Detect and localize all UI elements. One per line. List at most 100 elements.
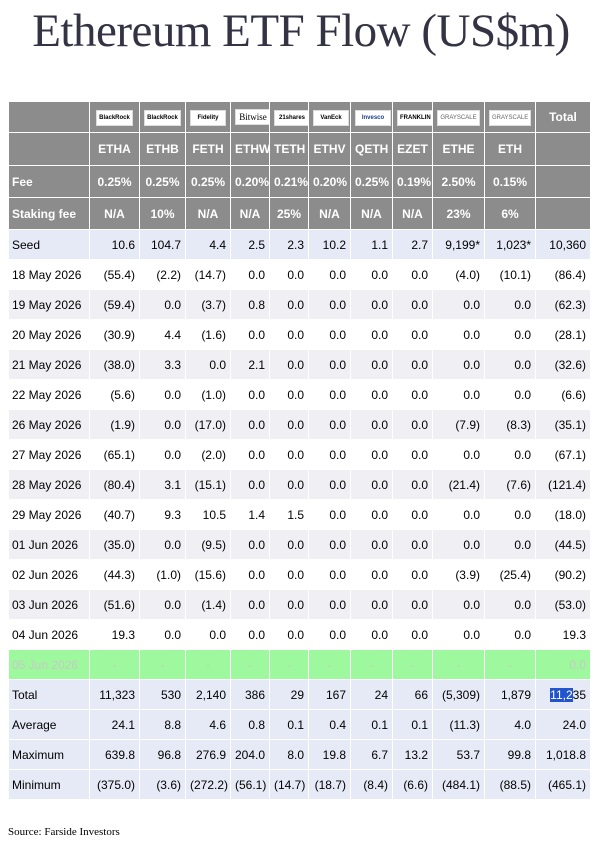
cell-value: 19.8 — [308, 739, 351, 770]
cell-value: (65.1) — [89, 439, 140, 470]
fee-row-value: 0.25% — [139, 165, 186, 198]
cell-value: (40.7) — [89, 499, 140, 530]
cell-value: 0.0 — [432, 379, 485, 410]
row-label: 28 May 2026 — [8, 469, 90, 500]
unselected-text: 35 — [572, 687, 586, 702]
cell-value: 0.0 — [139, 379, 186, 410]
staking-row-label: Staking fee — [8, 197, 90, 230]
cell-value: (53.0) — [535, 589, 591, 620]
cell-value: (44.3) — [89, 559, 140, 590]
flow-row: 04 Jun 2026 19.3 0.0 0.0 0.0 0.0 0.0 0.0 0.0 0.0 0… — [8, 619, 591, 650]
cell-value: 0.0 — [230, 439, 270, 470]
flow-row: 02 Jun 2026 (44.3) (1.0) (15.6) 0.0 0.0 0.0 0.0… — [8, 559, 591, 590]
cell-value: 4.0 — [484, 709, 536, 740]
cell-value: 0.0 — [432, 439, 485, 470]
fee-row-total-spacer — [535, 165, 591, 198]
cell-value: 9,199* — [432, 229, 485, 260]
cell-value: - — [308, 649, 351, 680]
cell-value: - — [484, 649, 536, 680]
cell-value: 0.0 — [308, 589, 351, 620]
cell-value: 0.0 — [484, 289, 536, 320]
cell-value: 0.0 — [269, 259, 309, 290]
cell-value: 0.0 — [269, 349, 309, 380]
cell-value: - — [139, 649, 186, 680]
cell-value: 8.8 — [139, 709, 186, 740]
cell-value: 10.2 — [308, 229, 351, 260]
cell-value: 0.0 — [392, 379, 433, 410]
cell-value: 0.0 — [230, 589, 270, 620]
cell-value: 276.9 — [185, 739, 231, 770]
cell-value: 0.0 — [392, 349, 433, 380]
cell-value: 0.0 — [432, 319, 485, 350]
cell-value: 0.0 — [185, 619, 231, 650]
cell-value: (5.6) — [89, 379, 140, 410]
cell-value: (7.9) — [432, 409, 485, 440]
row-label: 03 Jun 2026 — [8, 589, 90, 620]
flow-row: 27 May 2026 (65.1) 0.0 (2.0) 0.0 0.0 0.0 0.0 0.0… — [8, 439, 591, 470]
staking-row-value: N/A — [185, 197, 231, 230]
cell-value: (9.5) — [185, 529, 231, 560]
cell-value: 0.0 — [230, 259, 270, 290]
issuer-logo-cell: GRAYSCALE — [432, 101, 485, 133]
cell-value: (11.3) — [432, 709, 485, 740]
cell-value: 0.0 — [392, 259, 433, 290]
staking-row: Staking fee N/A 10% N/A N/A 25% N/A N/A N/A 23% 6% — [8, 197, 591, 230]
issuer-logo-cell: FRANKLIN TEMPLETON — [392, 101, 433, 133]
cell-value: (80.4) — [89, 469, 140, 500]
cell-value: 0.0 — [484, 349, 536, 380]
cell-value: 0.0 — [139, 529, 186, 560]
table-body: BlackRock BlackRock Fidelity Bitwise 21share… — [8, 101, 591, 800]
cell-value: 2.1 — [230, 349, 270, 380]
cell-value: 0.0 — [392, 439, 433, 470]
row-label: 01 Jun 2026 — [8, 529, 90, 560]
cell-value: 0.0 — [269, 379, 309, 410]
cell-value: 0.0 — [350, 619, 393, 650]
cell-value: 0.0 — [269, 529, 309, 560]
cell-value: (8.3) — [484, 409, 536, 440]
cell-value: (44.5) — [535, 529, 591, 560]
cell-value: (4.0) — [432, 259, 485, 290]
cell-value: 0.0 — [230, 469, 270, 500]
row-label: 22 May 2026 — [8, 379, 90, 410]
cell-value: 0.0 — [484, 619, 536, 650]
cell-value: 0.0 — [350, 499, 393, 530]
cell-value: (35.1) — [535, 409, 591, 440]
cell-value[interactable]: 11,235 — [535, 679, 591, 710]
cell-value: 0.0 — [308, 469, 351, 500]
cell-value: - — [230, 649, 270, 680]
cell-value: - — [392, 649, 433, 680]
cell-value: 0.1 — [269, 709, 309, 740]
cell-value: (18.0) — [535, 499, 591, 530]
flow-row: 22 May 2026 (5.6) 0.0 (1.0) 0.0 0.0 0.0 0.0 0.0 0… — [8, 379, 591, 410]
cell-value: 0.0 — [484, 319, 536, 350]
fee-row-label: Fee — [8, 165, 90, 198]
cell-value: 2,140 — [185, 679, 231, 710]
cell-value: 0.0 — [139, 589, 186, 620]
cell-value: 1,023* — [484, 229, 536, 260]
fee-row-value: 0.25% — [185, 165, 231, 198]
fee-row-value: 0.20% — [230, 165, 270, 198]
selected-text[interactable]: 11,2 — [550, 687, 573, 702]
cell-value: 0.0 — [392, 619, 433, 650]
cell-value: 4.6 — [185, 709, 231, 740]
cell-value: (67.1) — [535, 439, 591, 470]
cell-value: 0.0 — [230, 529, 270, 560]
flow-row: 20 May 2026 (30.9) 4.4 (1.6) 0.0 0.0 0.0 0.0 0.0… — [8, 319, 591, 350]
cell-value: 0.0 — [185, 349, 231, 380]
cell-value: 0.0 — [308, 289, 351, 320]
staking-row-value: N/A — [392, 197, 433, 230]
row-label: 20 May 2026 — [8, 319, 90, 350]
row-label: Seed — [8, 229, 90, 260]
cell-value: 0.0 — [308, 259, 351, 290]
issuer-logo: VanEck — [313, 110, 349, 126]
cell-value: 0.0 — [350, 349, 393, 380]
cell-value: 2.5 — [230, 229, 270, 260]
cell-value: 0.1 — [350, 709, 393, 740]
cell-value: 24.1 — [89, 709, 140, 740]
cell-value: 13.2 — [392, 739, 433, 770]
cell-value: (7.6) — [484, 469, 536, 500]
cell-value: 3.1 — [139, 469, 186, 500]
cell-value: (32.6) — [535, 349, 591, 380]
cell-value: (8.4) — [350, 769, 393, 800]
cell-value: 0.0 — [350, 259, 393, 290]
